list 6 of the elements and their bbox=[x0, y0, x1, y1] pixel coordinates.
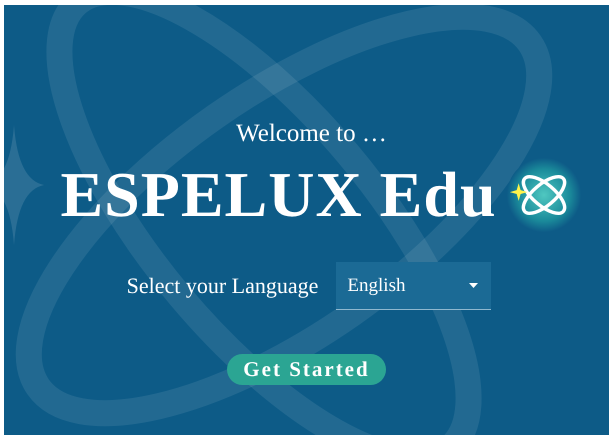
caret-icon bbox=[469, 283, 478, 288]
app-title: ESPELUX Edu bbox=[60, 158, 497, 232]
get-started-button[interactable]: Get Started bbox=[227, 354, 386, 385]
language-label: Select your Language bbox=[126, 273, 318, 299]
welcome-text: Welcome to … bbox=[236, 120, 387, 148]
language-dropdown[interactable]: English bbox=[336, 262, 492, 310]
